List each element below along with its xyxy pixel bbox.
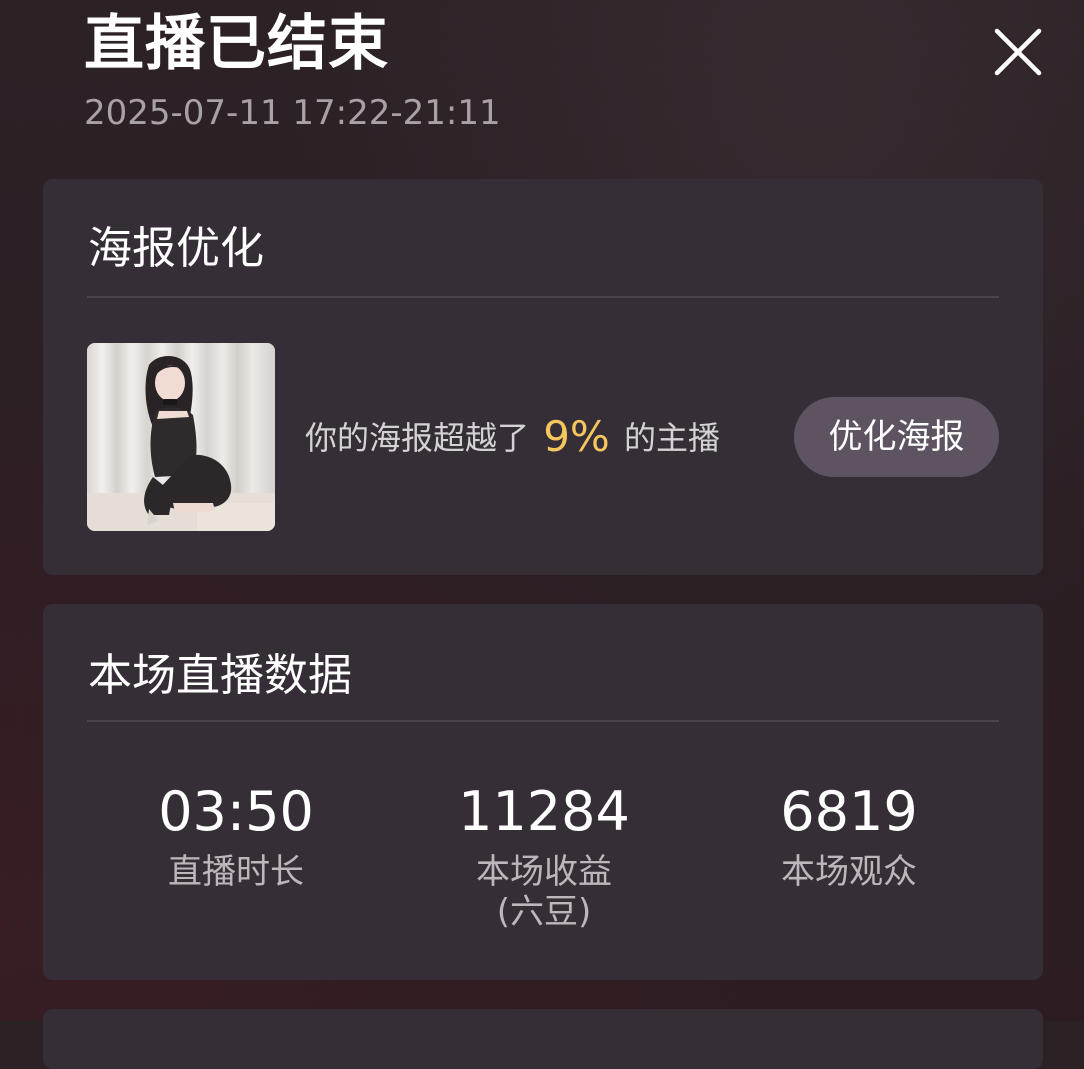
close-button[interactable] xyxy=(990,24,1046,80)
stat-duration: 03:50 直播时长 xyxy=(86,780,386,892)
live-time-range: 2025-07-11 17:22-21:11 xyxy=(84,93,501,133)
stat-value: 03:50 xyxy=(158,780,314,843)
live-data-card: 本场直播数据 03:50 直播时长 11284 本场收益 (六豆) 6819 本… xyxy=(43,604,1043,980)
stat-value: 6819 xyxy=(780,780,918,843)
stat-earnings: 11284 本场收益 (六豆) xyxy=(394,780,694,932)
close-icon xyxy=(994,28,1042,76)
stat-label: 直播时长 xyxy=(168,852,304,892)
live-data-title: 本场直播数据 xyxy=(88,650,352,701)
poster-ranking-text: 你的海报超越了 9% 的主播 xyxy=(305,411,720,464)
stat-value: 11284 xyxy=(458,780,630,843)
poster-thumbnail[interactable] xyxy=(87,343,275,531)
divider xyxy=(87,720,999,722)
next-card-partial xyxy=(43,1009,1043,1069)
poster-section-title: 海报优化 xyxy=(88,223,264,274)
ranking-percent: 9% xyxy=(543,412,610,461)
ranking-text-before: 你的海报超越了 xyxy=(305,419,530,457)
poster-optimization-card: 海报优化 你的海报超越了 9% 的主播 优化海报 xyxy=(43,179,1043,575)
stat-sub-label: (六豆) xyxy=(496,892,592,932)
stat-label: 本场观众 xyxy=(781,852,917,892)
page-title: 直播已结束 xyxy=(84,9,389,79)
poster-thumbnail-image xyxy=(87,343,275,531)
stat-viewers: 6819 本场观众 xyxy=(699,780,999,892)
stat-label: 本场收益 xyxy=(476,852,612,892)
divider xyxy=(87,296,999,298)
optimize-poster-button[interactable]: 优化海报 xyxy=(794,397,999,477)
ranking-text-after: 的主播 xyxy=(624,419,721,457)
